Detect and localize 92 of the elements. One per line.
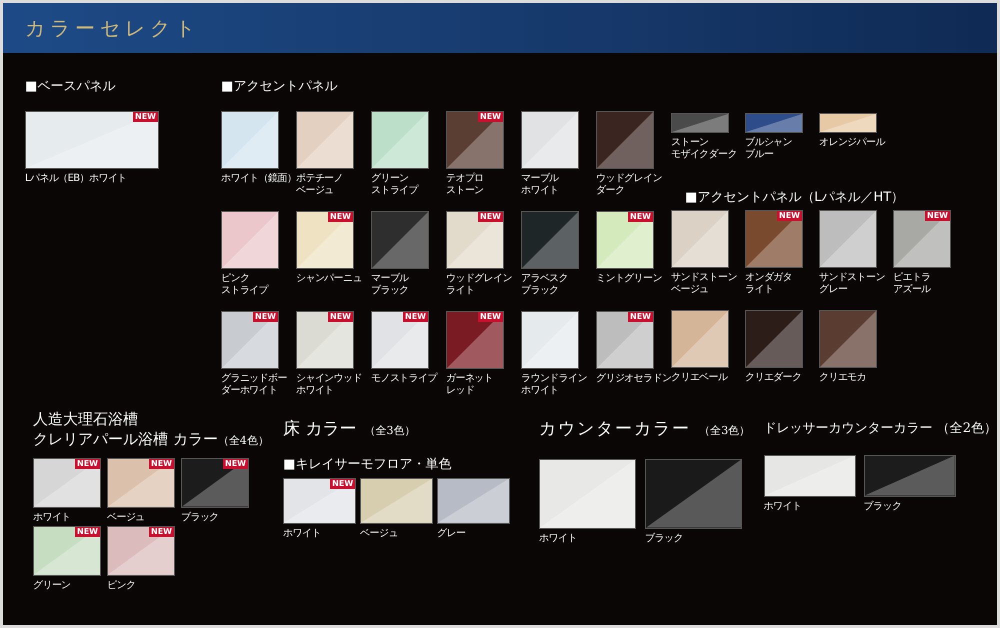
new-badge: NEW [478,312,503,322]
swatch-label: サンドストーン [819,272,885,284]
swatch-label: グリジオセラドン [596,373,672,385]
swatch-label: ダーク [596,185,626,197]
swatch-label: シャンパーニュ [296,273,362,285]
swatch-label: ホワイト [539,532,577,544]
swatch-label: クリエベール [671,372,728,384]
section-title: カウンターカラー [539,418,692,441]
swatch-label: ストライプ [221,285,268,297]
swatch-label: ホワイト [521,385,560,397]
section-heading: ■キレイサーモフロア・単色 [283,456,452,472]
new-badge: NEW [478,212,503,222]
new-badge: NEW [75,458,100,468]
color-count: （全2色） [936,420,997,438]
new-badge: NEW [328,312,353,322]
swatch-label: モノストライプ [371,373,437,385]
new-badge: NEW [223,458,248,468]
swatch-label: グリーン [371,173,409,185]
swatch-label: ウッドグレイン [596,173,662,185]
section-title: クレリアパール浴槽 カラー [33,429,218,449]
swatch-label: モザイクダーク [671,149,737,161]
swatch-label: ラウンドライン [521,373,587,385]
swatch-label: ストーン [446,185,484,197]
new-badge: NEW [403,312,428,322]
color-count: （全3色） [364,423,416,439]
swatch-label: グレー [437,528,466,540]
swatch-label: ウッドグレイン [446,273,512,285]
swatch-label: ストライプ [371,185,418,197]
swatch-label: サンドストーン [671,272,737,284]
swatch-label: オレンジパール [819,137,885,149]
swatch-label: ホワイト [521,185,559,197]
swatch-label: ホワイト（鏡面） [221,173,296,185]
new-badge: NEW [478,112,503,122]
section-heading: ■アクセントパネル（Lパネル／HT） [685,190,906,206]
section-title: 床 カラー [283,418,357,441]
new-badge: NEW [253,312,278,322]
swatch-label: ベージュ [107,512,145,524]
section-title: ドレッサーカウンターカラー [764,420,933,438]
swatch-label: ブラック [371,285,409,297]
new-badge: NEW [628,212,653,222]
swatch-label: ブラック [521,285,560,297]
new-badge: NEW [628,312,653,322]
swatch-label: ポテチーノ [296,173,344,185]
swatch-label: シャインウッド [296,373,362,385]
new-badge: NEW [149,526,174,536]
color-count: （全4色） [218,433,269,449]
swatch-label: ピンク [107,580,136,592]
section-heading: ■アクセントパネル [221,79,338,95]
swatch-label: ベージュ [671,284,710,296]
swatch-label: ブラック [181,512,219,524]
swatch-label: ホワイト [283,528,321,540]
swatch-label: ブラック [864,500,902,512]
swatch-label: ホワイト [296,385,335,397]
swatch-label: ベージュ [296,185,335,197]
swatch-label: ミントグリーン [596,273,662,285]
swatch-label: ピンク [221,273,250,285]
page-title: カラーセレクト [25,15,200,42]
swatch-label: グラニッドボー [221,373,287,385]
swatch-label: Lパネル（EB）ホワイト [25,173,127,185]
swatch-label: ブルー [745,149,774,161]
new-badge: NEW [328,212,353,222]
swatch-label: マーブル [371,273,409,284]
swatch-label: ホワイト [33,512,71,524]
swatch-label: ブラック [645,532,683,544]
swatch-label: ライト [745,284,774,296]
swatch-label: グリーン [33,580,71,592]
new-badge: NEW [133,112,158,122]
swatch-label: ホワイト [764,500,802,512]
swatch-label: ピエトラ [893,272,931,284]
swatch-label: ライト [446,285,476,297]
swatch-label: アズール [893,284,931,296]
new-badge: NEW [330,478,356,488]
section-heading: ■ベースパネル [25,79,116,95]
new-badge: NEW [777,211,802,221]
color-count: （全3色） [699,423,750,439]
swatch-label: テオプロ [446,173,484,185]
swatch-label: ブルシャン [745,137,792,148]
swatch-label: レッド [446,385,476,397]
swatch-label: クリエダーク [745,372,802,384]
swatch-label: ダーホワイト [221,385,278,397]
swatch-label: ストーン [671,137,710,149]
swatch-label: アラベスク [521,273,568,284]
swatch-label: ガーネット [446,373,494,385]
new-badge: NEW [925,211,950,221]
swatch-label: マーブル [521,173,559,185]
section-title: 人造大理石浴槽 [33,409,139,429]
swatch-label: グレー [819,284,848,296]
new-badge: NEW [75,526,100,536]
swatch-label: オンダガタ [745,272,792,284]
swatch-label: クリエモカ [819,372,866,384]
new-badge: NEW [149,458,174,468]
swatch-label: ベージュ [360,528,398,540]
